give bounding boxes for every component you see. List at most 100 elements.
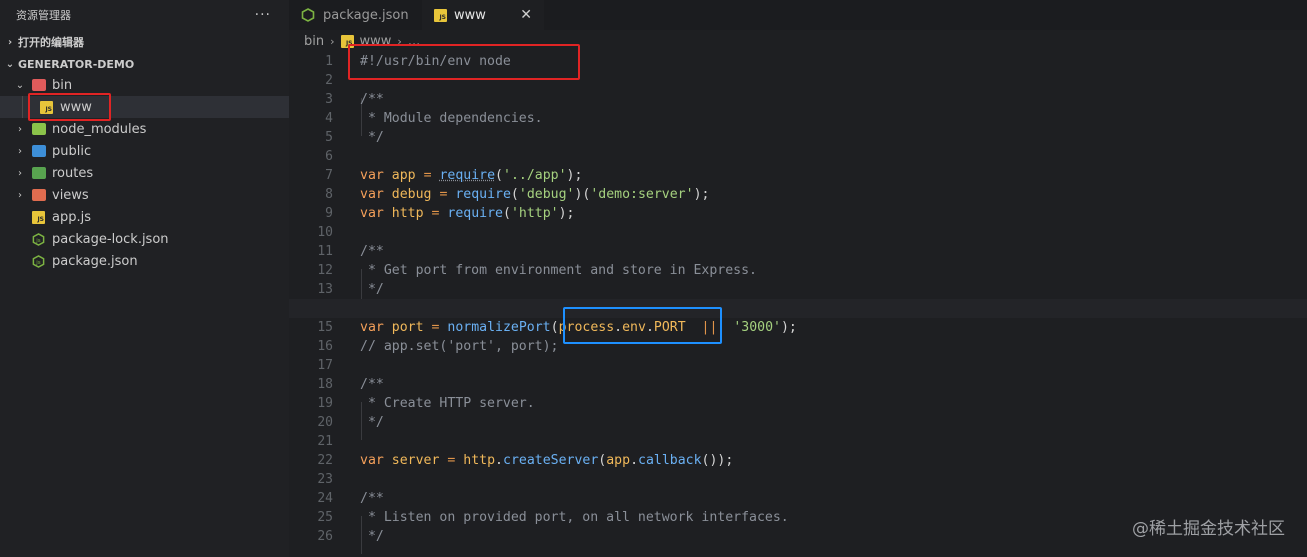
code-line: var server = http.createServer(app.callb… <box>289 451 1307 470</box>
tree-item-app-js[interactable]: JS app.js <box>0 206 289 228</box>
shebang-highlight-box <box>348 44 580 80</box>
code-line: * Create HTTP server. <box>289 394 1307 413</box>
tab-bar: package.json JS www ✕ <box>289 0 1307 30</box>
chevron-down-icon: ⌄ <box>5 58 15 70</box>
close-icon[interactable]: ✕ <box>520 7 532 23</box>
js-file-icon: JS <box>434 8 447 22</box>
tree-item-label: public <box>52 143 92 159</box>
open-editors-label: 打开的编辑器 <box>18 36 84 49</box>
code-line: /** <box>289 375 1307 394</box>
chevron-right-icon: › <box>18 189 22 201</box>
explorer-title: 资源管理器 <box>16 9 71 22</box>
code-line: var app = require('../app'); <box>289 166 1307 185</box>
watermark: @稀土掘金技术社区 <box>1132 519 1285 539</box>
comment: */ <box>360 130 384 145</box>
comment: /** <box>360 92 384 107</box>
comment: */ <box>360 415 384 430</box>
tree-item-views[interactable]: › views <box>0 184 289 206</box>
tree-item-label: views <box>52 187 89 203</box>
tab-label: package.json <box>323 7 409 23</box>
comment: * Create HTTP server. <box>360 396 535 411</box>
line-number-row: 17 <box>289 356 1307 375</box>
line-number: 17 <box>317 358 333 373</box>
comment: */ <box>360 282 384 297</box>
code-line: /** <box>289 90 1307 109</box>
comment: * Module dependencies. <box>360 111 543 126</box>
more-actions-icon[interactable]: ··· <box>255 7 273 23</box>
indent-guide <box>22 96 23 118</box>
tree-item-label: routes <box>52 165 94 181</box>
line-number-row: 6 <box>289 147 1307 166</box>
code-text: var app = require('../app'); <box>360 168 583 183</box>
comment: * Get port from environment and store in… <box>360 263 757 278</box>
chevron-right-icon: › <box>330 34 335 48</box>
comment: /** <box>360 377 384 392</box>
nodejs-icon: js <box>32 232 45 246</box>
explorer-header: 资源管理器 ··· <box>0 0 289 30</box>
line-number: 10 <box>317 225 333 240</box>
code-line: * Module dependencies. <box>289 109 1307 128</box>
code-line: var http = require('http'); <box>289 204 1307 223</box>
chevron-right-icon: › <box>18 145 22 157</box>
tree-item-label: package-lock.json <box>52 231 169 247</box>
line-number: 23 <box>317 472 333 487</box>
nodejs-icon <box>301 8 315 22</box>
line-number: 2 <box>325 73 333 88</box>
chevron-right-icon: › <box>18 123 22 135</box>
nodejs-icon: js <box>32 254 45 268</box>
project-section[interactable]: ⌄ GENERATOR-DEMO <box>0 54 289 74</box>
code-line: * Get port from environment and store in… <box>289 261 1307 280</box>
js-file-icon: JS <box>32 210 45 224</box>
www-highlight-box <box>28 93 111 121</box>
line-number-row: 23 <box>289 470 1307 489</box>
explorer-sidebar: 资源管理器 ··· › 打开的编辑器 ⌄ GENERATOR-DEMO ⌄ bi… <box>0 0 289 557</box>
code-text: var server = http.createServer(app.callb… <box>360 453 734 468</box>
tree-item-label: bin <box>52 77 73 93</box>
tree-item-node-modules[interactable]: › node_modules <box>0 118 289 140</box>
code-line: /** <box>289 242 1307 261</box>
tree-item-public[interactable]: › public <box>0 140 289 162</box>
code-line: var port = normalizePort(process.env.POR… <box>289 318 1307 337</box>
tree-item-routes[interactable]: › routes <box>0 162 289 184</box>
tab-package-json[interactable]: package.json <box>289 0 422 30</box>
folder-icon <box>32 167 46 179</box>
code-line: */ <box>289 128 1307 147</box>
tree-item-label: node_modules <box>52 121 147 137</box>
svg-text:js: js <box>35 259 41 265</box>
chevron-right-icon: › <box>18 167 22 179</box>
comment: /** <box>360 491 384 506</box>
tree-item-label: app.js <box>52 209 91 225</box>
tree-item-package-lock-json[interactable]: js package-lock.json <box>0 228 289 250</box>
line-number: 6 <box>325 149 333 164</box>
code-line: */ <box>289 413 1307 432</box>
open-editors-section[interactable]: › 打开的编辑器 <box>0 30 289 54</box>
code-editor[interactable]: 1234567891011121314151617181920212223242… <box>289 44 1307 557</box>
folder-icon <box>32 189 46 201</box>
comment: // app.set('port', port); <box>360 339 559 354</box>
chevron-right-icon: › <box>7 36 13 48</box>
comment: */ <box>360 529 384 544</box>
comment: /** <box>360 244 384 259</box>
code-text: var http = require('http'); <box>360 206 575 221</box>
code-line: */ <box>289 280 1307 299</box>
chevron-down-icon: ⌄ <box>15 79 25 91</box>
folder-icon <box>32 145 46 157</box>
breadcrumb-bin[interactable]: bin <box>304 34 324 49</box>
project-label: GENERATOR-DEMO <box>18 57 135 71</box>
tree-item-label: package.json <box>52 253 138 269</box>
tab-www[interactable]: JS www ✕ <box>422 0 544 30</box>
tab-label: www <box>454 7 486 23</box>
process-env-port-highlight-box <box>563 307 722 344</box>
code-text: var debug = require('debug')('demo:serve… <box>360 187 710 202</box>
code-line: /** <box>289 489 1307 508</box>
comment: * Listen on provided port, on all networ… <box>360 510 789 525</box>
folder-icon <box>32 79 46 91</box>
tree-item-package-json[interactable]: js package.json <box>0 250 289 272</box>
folder-icon <box>32 123 46 135</box>
line-number-row: 21 <box>289 432 1307 451</box>
line-number-row: 10 <box>289 223 1307 242</box>
current-line <box>289 299 1307 318</box>
line-number: 21 <box>317 434 333 449</box>
code-line: var debug = require('debug')('demo:serve… <box>289 185 1307 204</box>
code-line: // app.set('port', port); <box>289 337 1307 356</box>
